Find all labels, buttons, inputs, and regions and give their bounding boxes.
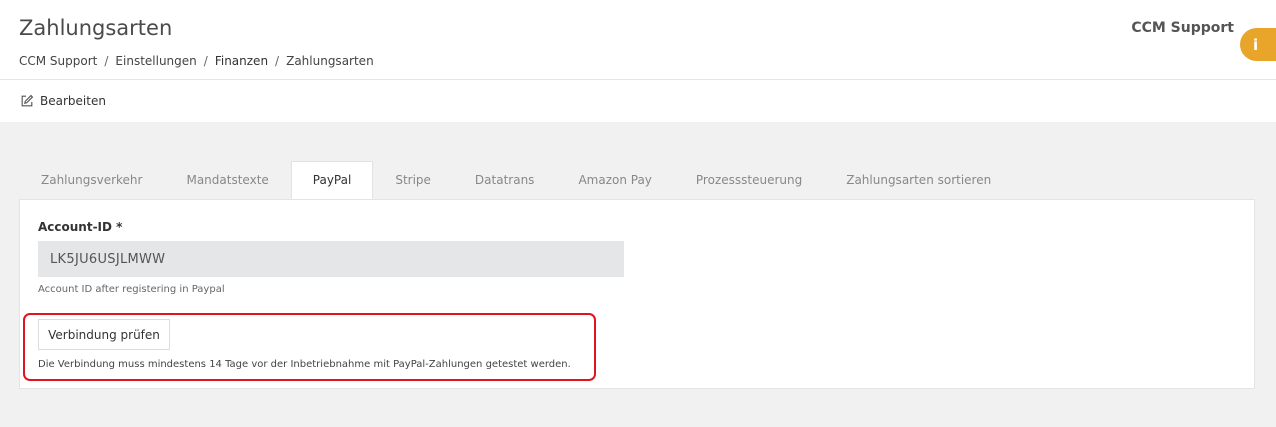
breadcrumb-item-ccm-support[interactable]: CCM Support (19, 54, 97, 68)
tab-zahlungsverkehr[interactable]: Zahlungsverkehr (19, 161, 164, 199)
breadcrumb-separator: / (104, 54, 109, 68)
edit-button-label: Bearbeiten (40, 94, 106, 108)
breadcrumb-item-zahlungsarten: Zahlungsarten (286, 54, 374, 68)
account-id-help-text: Account ID after registering in Paypal (38, 284, 225, 295)
breadcrumb: CCM Support / Einstellungen / Finanzen /… (19, 54, 374, 68)
account-id-field[interactable] (38, 241, 624, 277)
tab-zahlungsarten-sortieren[interactable]: Zahlungsarten sortieren (824, 161, 1013, 199)
edit-button[interactable]: Bearbeiten (20, 94, 106, 108)
tab-amazon-pay[interactable]: Amazon Pay (556, 161, 673, 199)
info-icon[interactable]: i (1240, 28, 1276, 61)
tab-prozesssteuerung[interactable]: Prozesssteuerung (674, 161, 824, 199)
tab-stripe[interactable]: Stripe (373, 161, 453, 199)
toolbar: Bearbeiten (0, 81, 1276, 122)
tab-bar: Zahlungsverkehr Mandatstexte PayPal Stri… (19, 161, 1013, 199)
account-id-label: Account-ID * (38, 220, 123, 234)
breadcrumb-separator: / (275, 54, 280, 68)
breadcrumb-item-finanzen[interactable]: Finanzen (215, 54, 268, 68)
breadcrumb-separator: / (203, 54, 208, 68)
page-header: Zahlungsarten CCM Support / Einstellunge… (0, 0, 1276, 80)
page-title: Zahlungsarten (19, 16, 173, 40)
user-name[interactable]: CCM Support (1131, 20, 1234, 36)
paypal-settings-panel: Account-ID * Account ID after registerin… (19, 199, 1255, 389)
check-connection-help-text: Die Verbindung muss mindestens 14 Tage v… (38, 359, 571, 370)
content-area: Zahlungsverkehr Mandatstexte PayPal Stri… (0, 122, 1276, 427)
breadcrumb-item-einstellungen[interactable]: Einstellungen (115, 54, 196, 68)
tab-paypal[interactable]: PayPal (290, 161, 374, 199)
pencil-square-icon (21, 94, 34, 107)
check-connection-button[interactable]: Verbindung prüfen (38, 319, 170, 350)
tab-mandatstexte[interactable]: Mandatstexte (164, 161, 290, 199)
tab-datatrans[interactable]: Datatrans (453, 161, 557, 199)
